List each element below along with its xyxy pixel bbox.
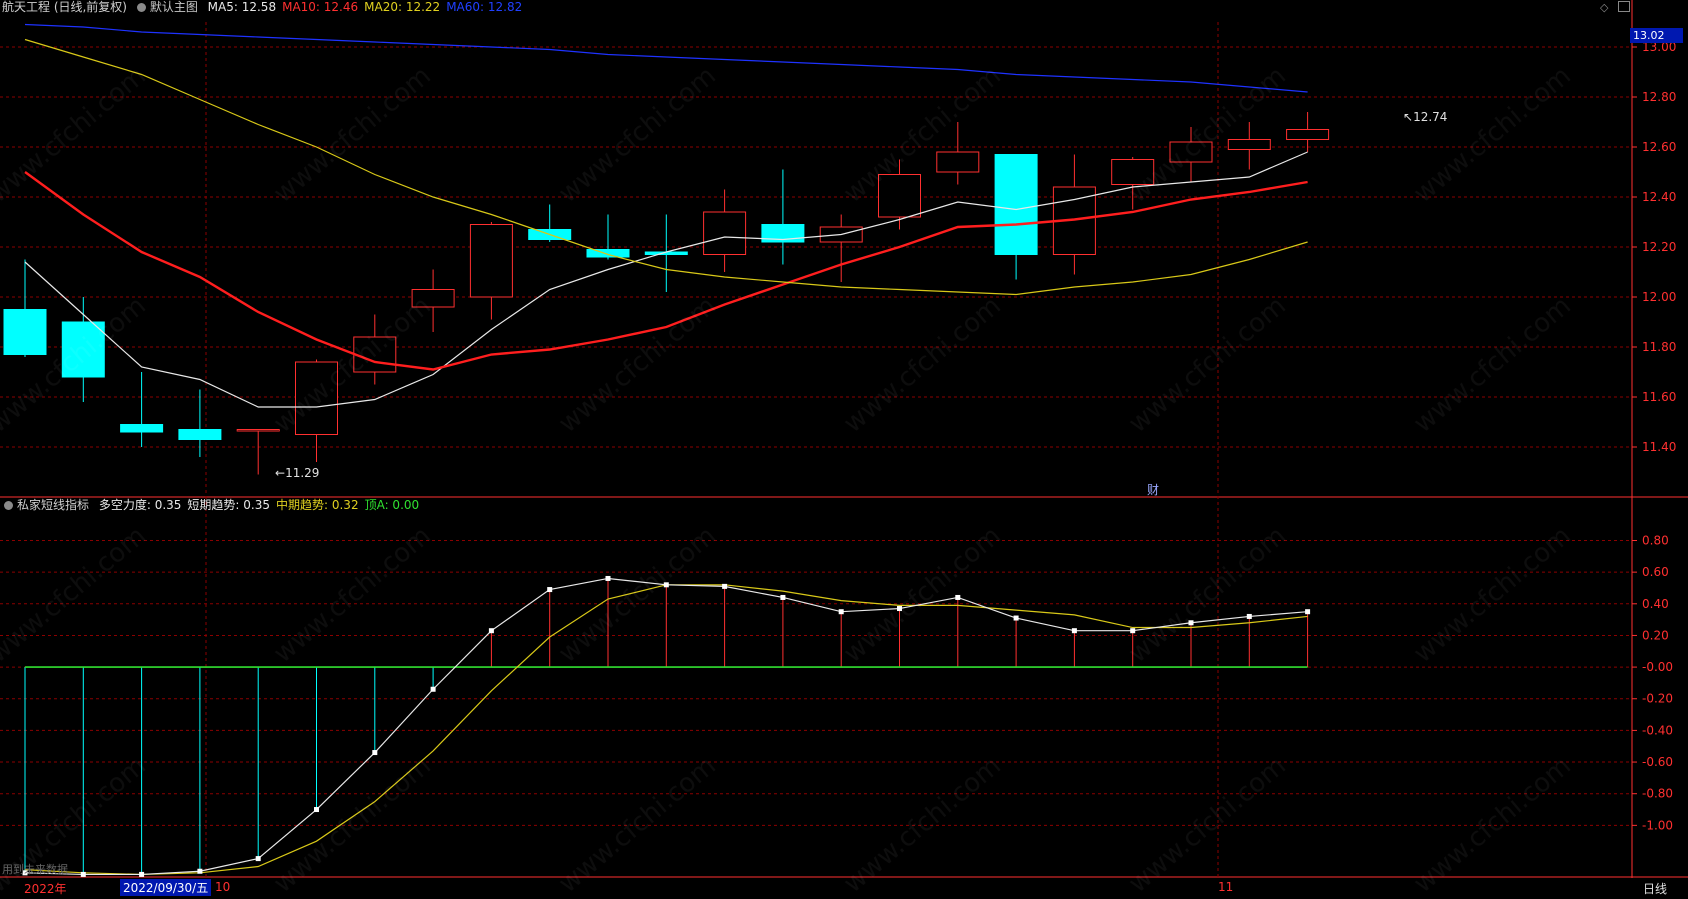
candle-body: [295, 361, 338, 435]
indicator-point: [80, 871, 86, 877]
indicator-point: [255, 856, 261, 862]
main-chart-header: 航天工程 (日线,前复权) 默认主图 MA5: 12.58 MA10: 12.46…: [2, 0, 534, 14]
sub-tick-label: -0.60: [1642, 755, 1673, 769]
candle-body: [1169, 141, 1213, 163]
indicator-header: 私家短线指标 多空力度: 0.35 短期趋势: 0.35 中期趋势: 0.32 顶A:…: [4, 498, 431, 512]
main-tick-label: 12.80: [1642, 90, 1676, 104]
candle-body: [994, 154, 1038, 255]
month-label-10: 10: [215, 880, 231, 894]
main-price-chart: [3, 23, 1330, 475]
ma-legend-item-1: MA10: 12.46: [282, 0, 359, 14]
window-toggle-icon[interactable]: [1618, 1, 1630, 12]
sub-tick-label: 0.60: [1642, 565, 1669, 579]
indicator-name[interactable]: 私家短线指标: [17, 498, 89, 512]
candle-body: [353, 336, 397, 373]
future-data-note: 用到未来数据: [2, 863, 68, 876]
indicator-legend-item-3: 顶A: 0.00: [364, 498, 420, 512]
sub-tick-label: 0.80: [1642, 533, 1669, 547]
main-tick-label: 12.40: [1642, 190, 1676, 204]
main-tick-label: 11.80: [1642, 340, 1676, 354]
sub-tick-label: 0.20: [1642, 628, 1669, 642]
indicator-point: [722, 583, 728, 589]
indicator-legend-item-1: 短期趋势: 0.35: [187, 498, 270, 512]
candle-body: [878, 174, 921, 218]
indicator-point: [897, 606, 902, 612]
dropdown-icon[interactable]: [4, 501, 13, 510]
main-tick-label: 11.60: [1642, 390, 1676, 404]
indicator-point: [372, 750, 378, 756]
indicator-legend: 多空力度: 0.35 短期趋势: 0.35 中期趋势: 0.32 顶A: 0.00: [99, 498, 425, 512]
sub-tick-label: -0.20: [1642, 692, 1673, 706]
candle-body: [61, 321, 105, 378]
indicator-point: [314, 807, 319, 813]
indicator-legend-item-0: 多空力度: 0.35: [98, 498, 182, 512]
indicator-point: [780, 594, 786, 600]
indicator-point: [139, 871, 145, 877]
candle-body: [703, 211, 747, 255]
sub-tick-label: -0.40: [1642, 723, 1673, 737]
indicator-point: [430, 686, 436, 692]
dropdown-icon: [136, 3, 146, 12]
indicator-point: [955, 594, 961, 600]
main-tick-label: 12.00: [1642, 290, 1676, 304]
high-price-value: 12.74: [1413, 110, 1448, 124]
candle-body: [3, 309, 47, 355]
main-tick-label: 12.60: [1642, 140, 1676, 154]
indicator-point: [1013, 615, 1019, 621]
indicator-point: [197, 868, 203, 874]
diamond-icon[interactable]: ◇: [1600, 1, 1608, 14]
indicator-point: [547, 587, 553, 593]
ma-legend-item-0: MA5: 12.58: [207, 0, 277, 14]
price-axis: 13.0012.8012.6012.4012.2012.0011.8011.60…: [1632, 40, 1676, 832]
template-label: 默认主图: [149, 0, 198, 14]
sub-tick-label: -0.00: [1642, 660, 1673, 674]
sub-tick-label: -0.80: [1642, 787, 1673, 801]
low-price-value: 11.29: [285, 466, 320, 480]
indicator-legend-item-2: 中期趋势: 0.32: [276, 498, 359, 512]
period-label[interactable]: 日线: [1643, 880, 1667, 897]
candle-body: [1286, 129, 1330, 140]
year-label: 2022年: [24, 882, 67, 896]
indicator-point: [1188, 620, 1194, 626]
candle-body: [936, 151, 980, 173]
time-axis: 2022年 2022/09/30/五 10 11 日线: [0, 878, 1688, 897]
indicator-point: [1246, 613, 1252, 619]
ma-legend-item-2: MA20: 12.22: [364, 0, 441, 14]
candle-body: [586, 249, 630, 258]
candle-body: [236, 429, 280, 432]
candle-body: [1111, 159, 1155, 185]
ma-line-ma60: [24, 23, 1308, 93]
candle-body: [120, 424, 164, 433]
indicator-point: [605, 575, 611, 581]
candle-body: [469, 224, 513, 298]
cursor-date-label: 2022/09/30/五: [120, 879, 212, 896]
indicator-point: [488, 628, 494, 634]
candle-body: [178, 429, 222, 440]
indicator-point: [838, 609, 844, 615]
indicator-point: [1305, 609, 1311, 615]
indicator-point: [1130, 628, 1136, 634]
ma-legend-item-3: MA60: 12.82: [446, 0, 523, 14]
indicator-chart: [22, 575, 1311, 877]
current-price-tag: 13.02: [1630, 28, 1683, 43]
candle-body: [411, 289, 455, 308]
month-label-11: 11: [1218, 880, 1234, 894]
template-selector[interactable]: 默认主图: [136, 0, 198, 14]
main-tick-label: 11.40: [1642, 440, 1676, 454]
sub-tick-label: 0.40: [1642, 597, 1669, 611]
ma-legend: MA5: 12.58 MA10: 12.46 MA20: 12.22 MA60: 12…: [208, 0, 529, 14]
finance-marker[interactable]: 财: [1147, 481, 1159, 498]
candle-body: [1227, 139, 1271, 150]
indicator-point: [663, 582, 669, 588]
chart-canvas[interactable]: 13.0012.8012.6012.4012.2012.0011.8011.60…: [0, 0, 1688, 897]
sub-tick-label: -1.00: [1642, 818, 1673, 832]
indicator-point: [1071, 628, 1077, 634]
high-price-marker: ↖12.74: [1403, 110, 1448, 124]
low-price-marker: ←11.29: [275, 466, 320, 480]
stock-title[interactable]: 航天工程 (日线,前复权): [2, 0, 127, 14]
main-tick-label: 12.20: [1642, 240, 1676, 254]
